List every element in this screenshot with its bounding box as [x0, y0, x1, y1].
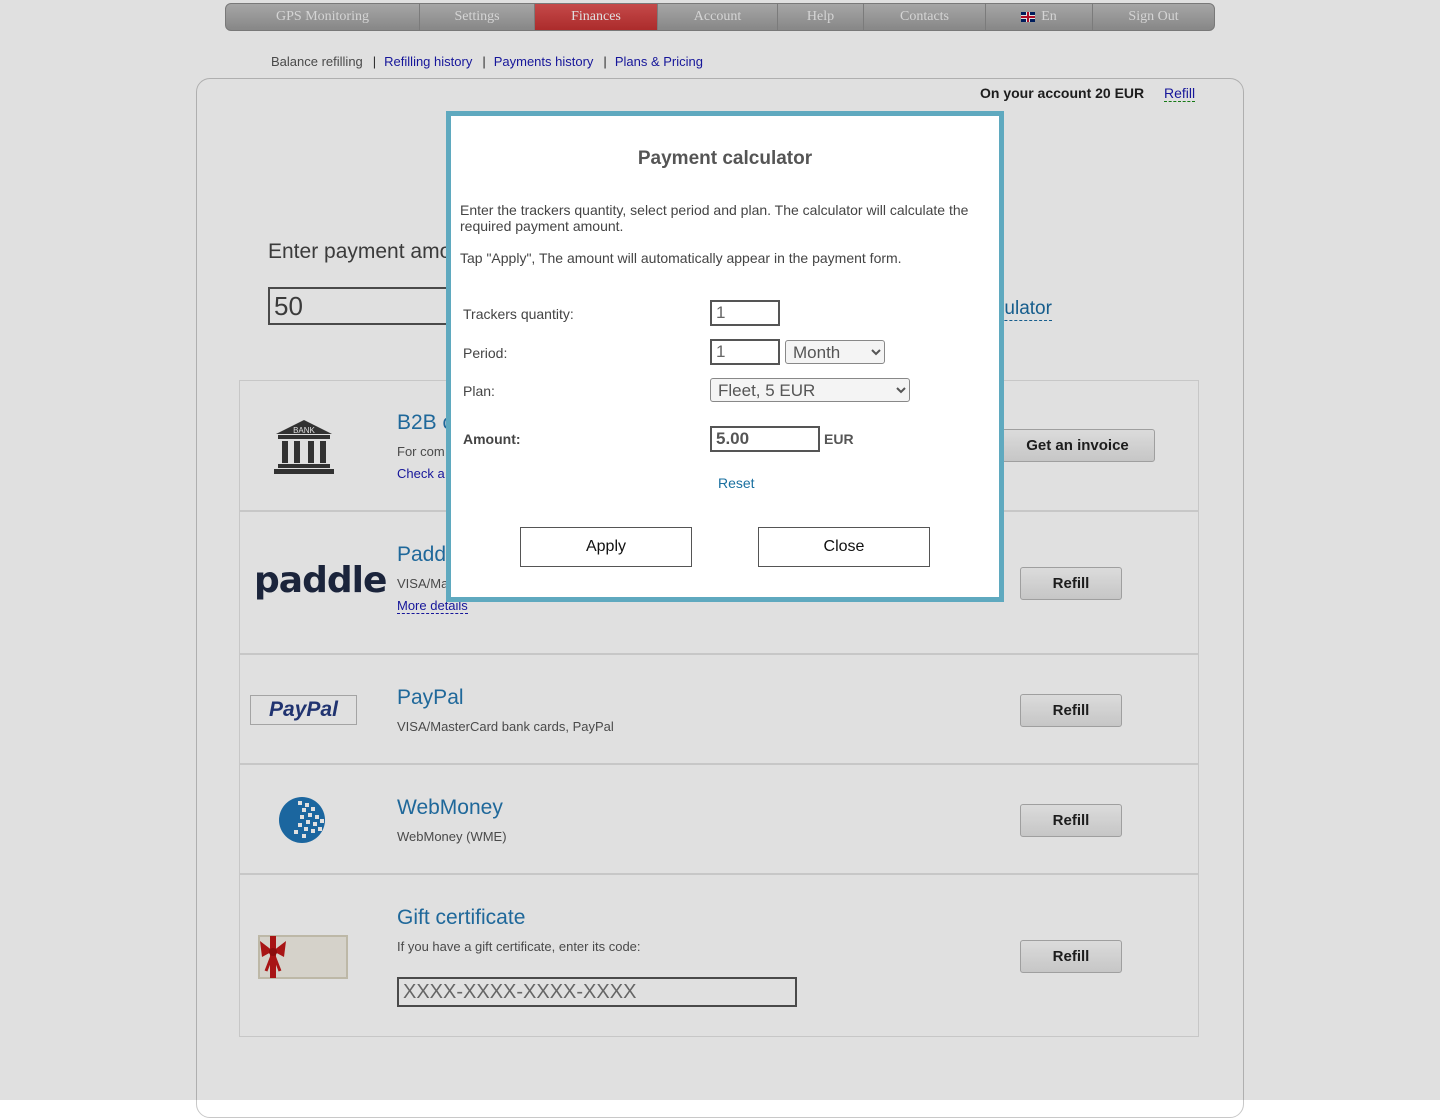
- period-unit-select[interactable]: Month: [785, 340, 885, 364]
- dialog-apply-hint: Tap "Apply", The amount will automatical…: [460, 250, 902, 266]
- reset-link[interactable]: Reset: [718, 475, 755, 491]
- dialog-title: Payment calculator: [637, 148, 813, 169]
- plan-label: Plan:: [463, 383, 495, 399]
- apply-button[interactable]: Apply: [520, 527, 692, 567]
- close-button[interactable]: Close: [758, 527, 930, 567]
- period-input[interactable]: [710, 339, 780, 365]
- period-label: Period:: [463, 345, 508, 361]
- payment-calculator-dialog: Payment calculator Enter the trackers qu…: [446, 111, 1004, 602]
- trackers-quantity-input[interactable]: [710, 300, 780, 326]
- currency-label: EUR: [824, 431, 854, 447]
- trackers-quantity-label: Trackers quantity:: [463, 306, 574, 322]
- amount-label: Amount:: [463, 431, 521, 447]
- plan-select[interactable]: Fleet, 5 EUR: [710, 378, 910, 402]
- calculated-amount-input[interactable]: [710, 426, 820, 452]
- dialog-instructions: Enter the trackers quantity, select peri…: [460, 202, 969, 234]
